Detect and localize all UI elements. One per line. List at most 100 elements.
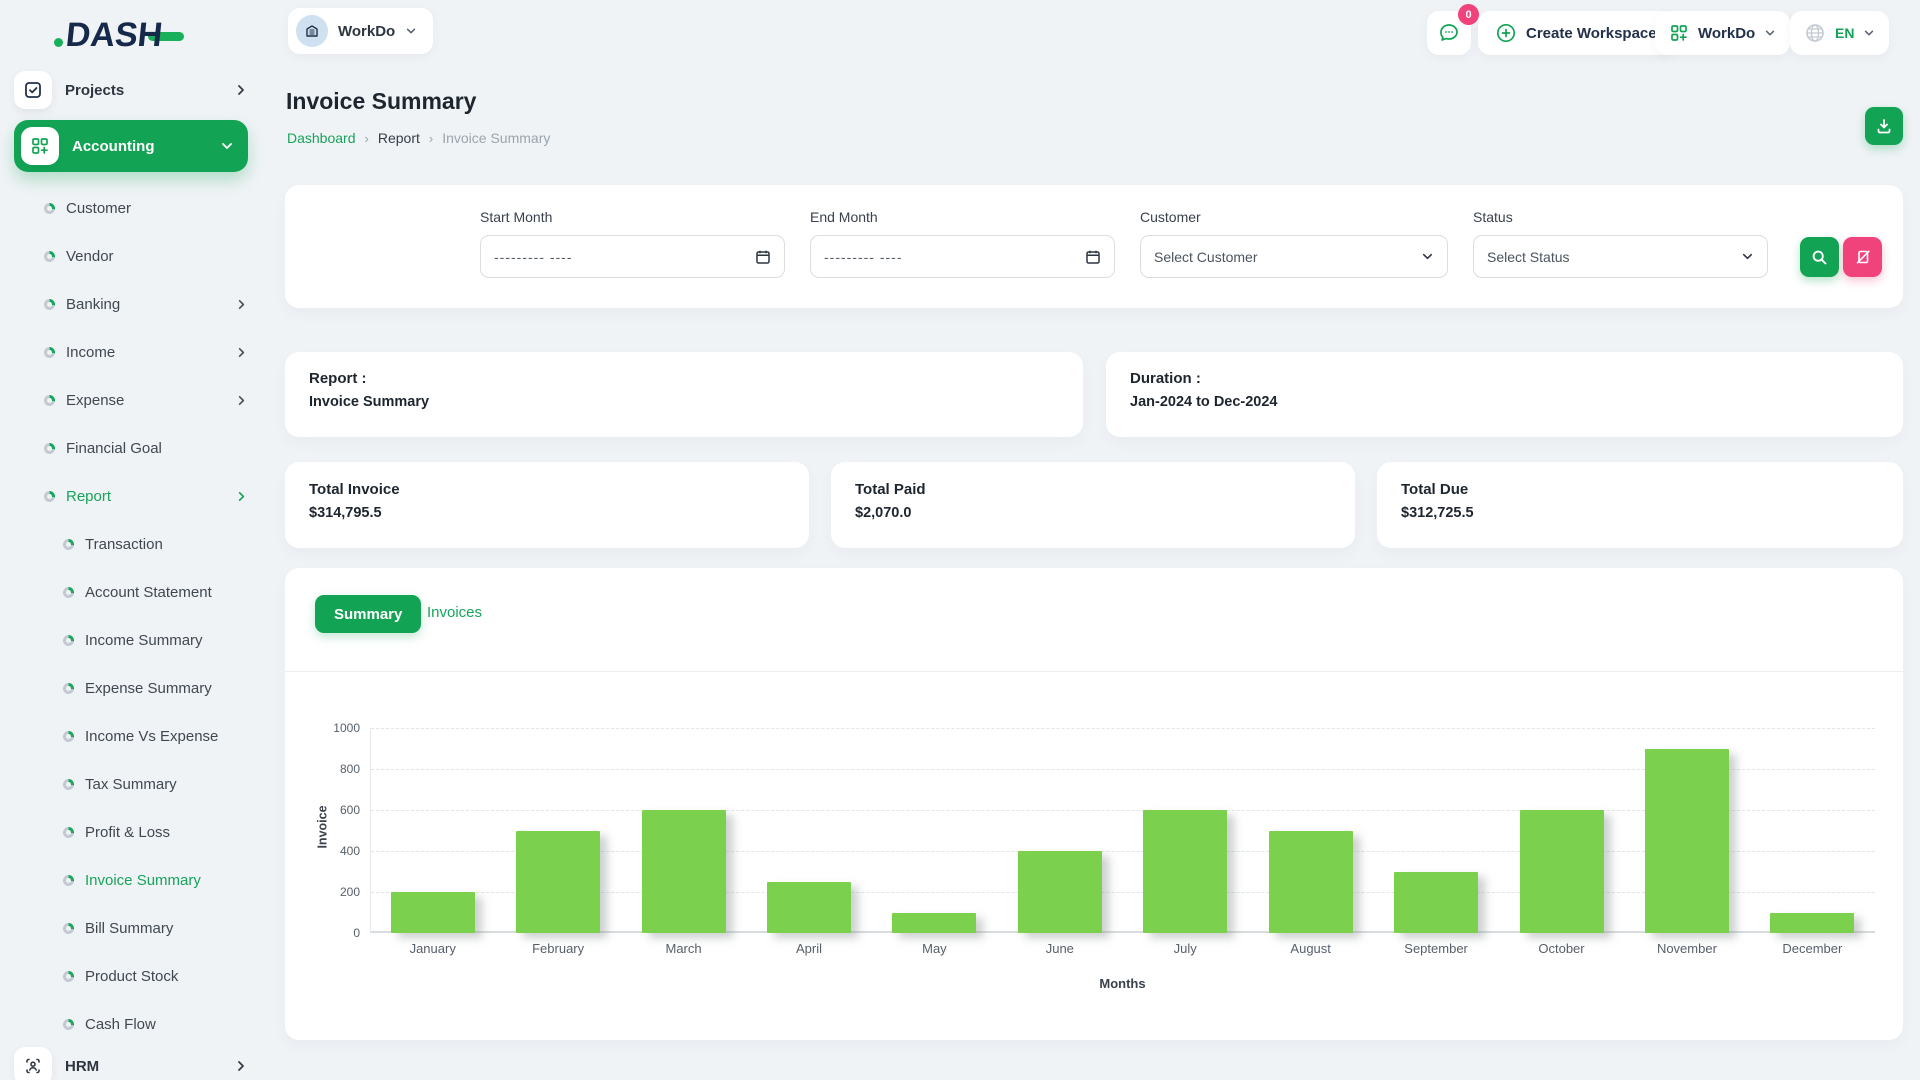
- total-due-card: Total Due $312,725.5: [1377, 462, 1903, 548]
- x-tick-label: July: [1123, 941, 1248, 956]
- x-tick-label: December: [1750, 941, 1875, 956]
- workspace-selector[interactable]: WorkDo: [288, 8, 433, 54]
- bar-column-october: [1499, 728, 1624, 933]
- start-month-label: Start Month: [480, 209, 552, 225]
- language-label: EN: [1835, 25, 1854, 41]
- sidebar-item-transaction[interactable]: Transaction: [0, 522, 248, 566]
- bullet-icon: [63, 827, 74, 838]
- sidebar-item-accounting[interactable]: Accounting: [14, 120, 248, 172]
- sidebar-item-tax-summary[interactable]: Tax Summary: [0, 762, 248, 806]
- sidebar-item-report[interactable]: Report: [0, 474, 248, 518]
- sidebar-item-income[interactable]: Income: [0, 330, 248, 374]
- chevron-right-icon: [234, 83, 248, 97]
- y-tick-label: 1000: [300, 721, 360, 735]
- x-tick-label: March: [621, 941, 746, 956]
- end-month-input[interactable]: --------- ----: [810, 235, 1115, 278]
- bar-september: [1394, 872, 1478, 934]
- download-icon: [1875, 117, 1893, 135]
- sidebar-item-income-summary[interactable]: Income Summary: [0, 618, 248, 662]
- sidebar-item-product-stock[interactable]: Product Stock: [0, 954, 248, 998]
- customer-select[interactable]: Select Customer: [1140, 235, 1448, 278]
- end-month-label: End Month: [810, 209, 878, 225]
- bar-march: [642, 810, 726, 933]
- bullet-icon: [44, 443, 55, 454]
- start-month-input[interactable]: --------- ----: [480, 235, 785, 278]
- chat-bubble-icon: [1437, 21, 1461, 45]
- sidebar-item-expense[interactable]: Expense: [0, 378, 248, 422]
- sidebar-item-expense-summary[interactable]: Expense Summary: [0, 666, 248, 710]
- apply-filter-button[interactable]: [1800, 237, 1839, 277]
- breadcrumb: Dashboard › Report › Invoice Summary: [287, 130, 550, 146]
- grid-plus-icon: [1669, 23, 1689, 43]
- sidebar: DASH Projects Accounting CustomerVendorB…: [0, 0, 262, 1080]
- report-info-label: Report :: [309, 370, 1059, 387]
- bar-may: [892, 913, 976, 934]
- breadcrumb-current: Invoice Summary: [442, 130, 550, 146]
- download-button[interactable]: [1865, 107, 1903, 145]
- tabs-divider: [285, 671, 1903, 672]
- bullet-icon: [44, 347, 55, 358]
- bullet-icon: [63, 875, 74, 886]
- status-select[interactable]: Select Status: [1473, 235, 1768, 278]
- bar-column-may: [872, 728, 997, 933]
- breadcrumb-dashboard[interactable]: Dashboard: [287, 130, 356, 146]
- language-selector[interactable]: EN: [1790, 11, 1889, 55]
- workspace-menu-button[interactable]: WorkDo: [1655, 11, 1790, 55]
- sidebar-item-income-vs-expense[interactable]: Income Vs Expense: [0, 714, 248, 758]
- bullet-icon: [63, 779, 74, 790]
- create-workspace-button[interactable]: Create Workspace: [1478, 11, 1674, 55]
- x-tick-label: January: [370, 941, 495, 956]
- messages-button[interactable]: 0: [1427, 11, 1471, 55]
- workspace-name: WorkDo: [338, 23, 395, 40]
- bar-column-july: [1123, 728, 1248, 933]
- sidebar-item-invoice-summary[interactable]: Invoice Summary: [0, 858, 248, 902]
- breadcrumb-report[interactable]: Report: [378, 130, 420, 146]
- x-axis-label: Months: [370, 976, 1875, 991]
- sidebar-item-label: HRM: [65, 1058, 234, 1075]
- chevron-down-icon: [1741, 250, 1754, 263]
- sidebar-item-account-statement[interactable]: Account Statement: [0, 570, 248, 614]
- tab-invoices[interactable]: Invoices: [427, 604, 482, 621]
- duration-info-label: Duration :: [1130, 370, 1879, 387]
- sidebar-item-financial-goal[interactable]: Financial Goal: [0, 426, 248, 470]
- chevron-down-icon: [1421, 250, 1434, 263]
- bar-june: [1018, 851, 1102, 933]
- bullet-icon: [63, 1019, 74, 1030]
- sidebar-item-banking[interactable]: Banking: [0, 282, 248, 326]
- sidebar-item-profit-loss[interactable]: Profit & Loss: [0, 810, 248, 854]
- y-tick-label: 600: [300, 803, 360, 817]
- x-tick-label: May: [872, 941, 997, 956]
- sidebar-item-vendor[interactable]: Vendor: [0, 234, 248, 278]
- bullet-icon: [44, 395, 55, 406]
- chevron-right-icon: [235, 394, 248, 407]
- sidebar-item-bill-summary[interactable]: Bill Summary: [0, 906, 248, 950]
- sidebar-item-hrm[interactable]: HRM: [14, 1044, 248, 1080]
- logo-dot-icon: [54, 38, 63, 47]
- bullet-icon: [63, 683, 74, 694]
- stat-label: Total Paid: [855, 481, 1331, 498]
- stat-value: $2,070.0: [855, 505, 1331, 521]
- bullet-icon: [63, 971, 74, 982]
- duration-info-card: Duration : Jan-2024 to Dec-2024: [1106, 352, 1903, 437]
- sidebar-item-cash-flow[interactable]: Cash Flow: [0, 1002, 248, 1046]
- sidebar-item-customer[interactable]: Customer: [0, 186, 248, 230]
- stat-value: $312,725.5: [1401, 505, 1879, 521]
- reset-filter-button[interactable]: [1843, 237, 1882, 277]
- bar-column-december: [1750, 728, 1875, 933]
- y-tick-label: 800: [300, 762, 360, 776]
- bar-november: [1645, 749, 1729, 934]
- chart-card: Summary Invoices Invoice JanuaryFebruary…: [285, 568, 1903, 1040]
- bar-august: [1269, 831, 1353, 934]
- tab-summary[interactable]: Summary: [315, 595, 421, 633]
- sidebar-item-label: Accounting: [72, 138, 220, 155]
- sidebar-item-label: Projects: [65, 82, 234, 99]
- x-tick-label: February: [495, 941, 620, 956]
- duration-info-value: Jan-2024 to Dec-2024: [1130, 394, 1879, 410]
- status-label: Status: [1473, 209, 1513, 225]
- app-logo[interactable]: DASH: [54, 16, 184, 55]
- filter-card: Start Month --------- ---- End Month ---…: [285, 185, 1903, 308]
- plus-circle-icon: [1495, 22, 1517, 44]
- bar-column-january: [370, 728, 495, 933]
- sidebar-item-projects[interactable]: Projects: [14, 68, 248, 112]
- workspace-menu-label: WorkDo: [1698, 25, 1755, 42]
